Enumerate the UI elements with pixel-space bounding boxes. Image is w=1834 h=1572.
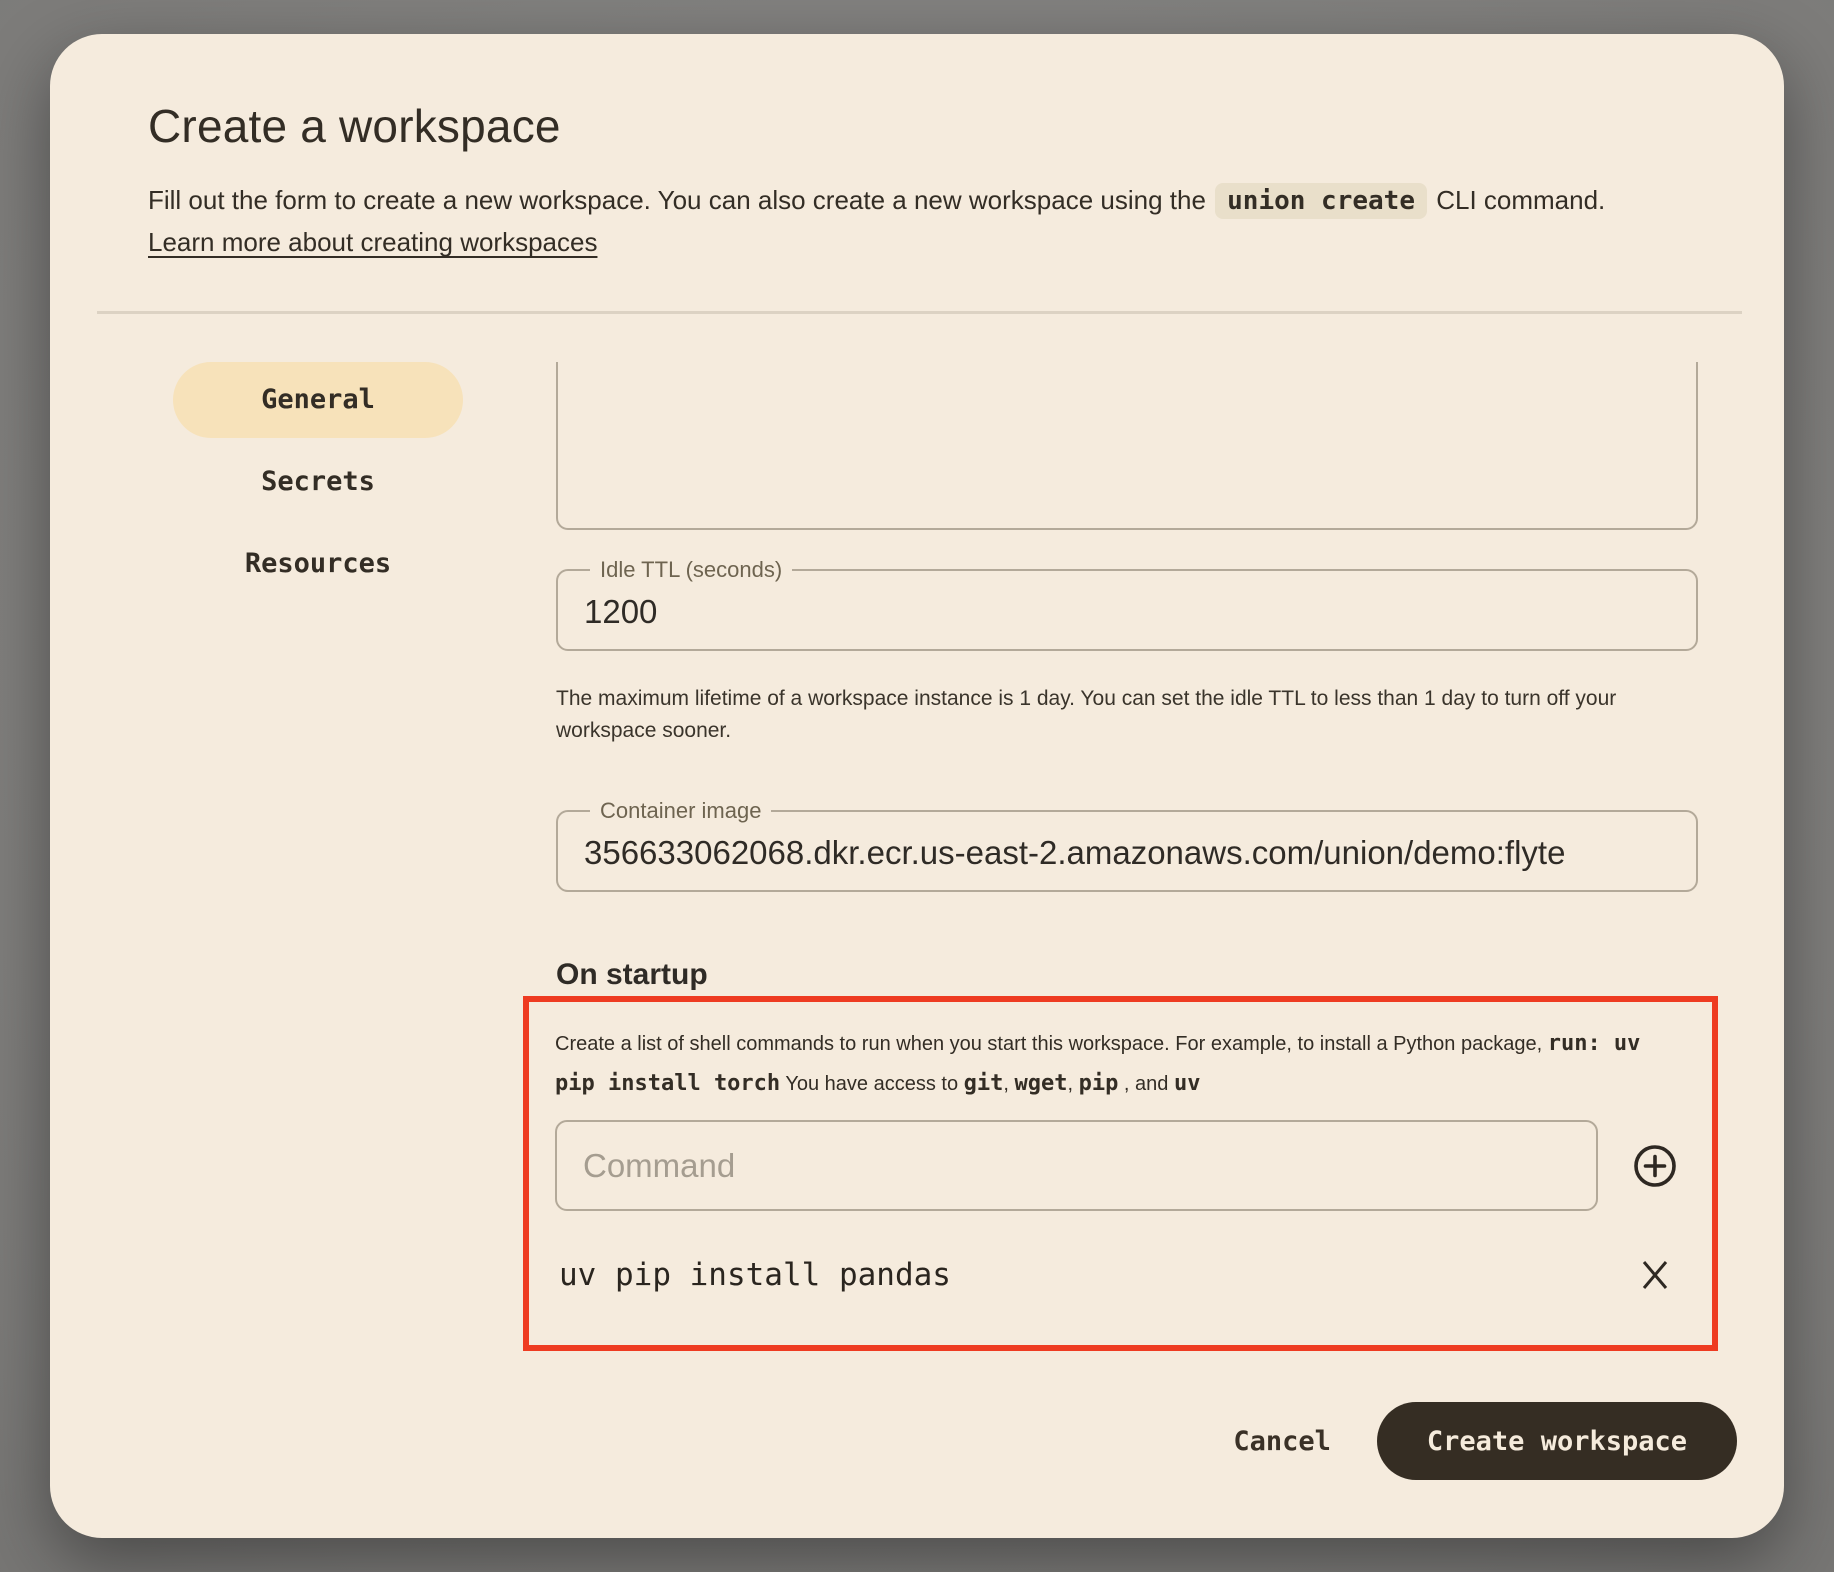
container-image-input[interactable] [582,824,1672,892]
startup-desc-text: Create a list of shell commands to run w… [555,1033,1548,1055]
workspace-form: Idle TTL (seconds) The maximum lifetime … [556,362,1698,1351]
remove-command-icon[interactable] [1636,1256,1674,1294]
tab-secrets[interactable]: Secrets [173,444,463,520]
startup-desc-text: , [1068,1073,1079,1095]
idle-ttl-input[interactable] [582,583,1672,651]
command-input[interactable] [555,1120,1598,1211]
clipped-textarea[interactable] [556,362,1698,530]
idle-ttl-field: Idle TTL (seconds) [556,557,1698,651]
cancel-button[interactable]: Cancel [1233,1426,1331,1457]
startup-desc-code-pip: pip [1079,1071,1119,1096]
intro-text-before: Fill out the form to create a new worksp… [148,185,1213,215]
container-image-field: Container image [556,798,1698,892]
create-workspace-button[interactable]: Create workspace [1377,1402,1737,1480]
on-startup-highlight-box: Create a list of shell commands to run w… [523,996,1718,1351]
page-title: Create a workspace [148,98,1692,154]
tab-general[interactable]: General [173,362,463,438]
header-divider [97,311,1742,314]
dialog-tabs: General Secrets Resources [173,362,463,608]
dialog-description: Fill out the form to create a new worksp… [148,178,1692,223]
add-command-icon[interactable] [1632,1143,1678,1189]
learn-more-link[interactable]: Learn more about creating workspaces [148,227,597,258]
cli-command-chip: union create [1215,183,1427,219]
on-startup-description: Create a list of shell commands to run w… [555,1024,1678,1104]
startup-desc-text: , [1003,1073,1014,1095]
tab-resources[interactable]: Resources [173,526,463,602]
command-text: uv pip install pandas [555,1255,1598,1295]
idle-ttl-helper-text: The maximum lifetime of a workspace inst… [556,683,1691,747]
startup-desc-text: , and [1118,1073,1174,1095]
create-workspace-dialog: Create a workspace Fill out the form to … [50,34,1784,1538]
dialog-header: Create a workspace Fill out the form to … [148,98,1692,258]
container-image-label: Container image [590,798,771,824]
startup-desc-code-git: git [964,1071,1004,1096]
startup-desc-code-wget: wget [1015,1071,1068,1096]
startup-desc-text: You have access to [780,1073,963,1095]
on-startup-heading: On startup [556,956,1698,994]
command-entry-row [555,1120,1712,1211]
command-list-item: uv pip install pandas [555,1255,1712,1295]
intro-text-after: CLI command. [1429,185,1605,215]
dialog-footer: Cancel Create workspace [1233,1402,1737,1480]
remove-command-column [1598,1256,1712,1294]
startup-desc-code-uv: uv [1174,1071,1201,1096]
idle-ttl-label: Idle TTL (seconds) [590,557,792,583]
add-command-column [1598,1143,1712,1189]
